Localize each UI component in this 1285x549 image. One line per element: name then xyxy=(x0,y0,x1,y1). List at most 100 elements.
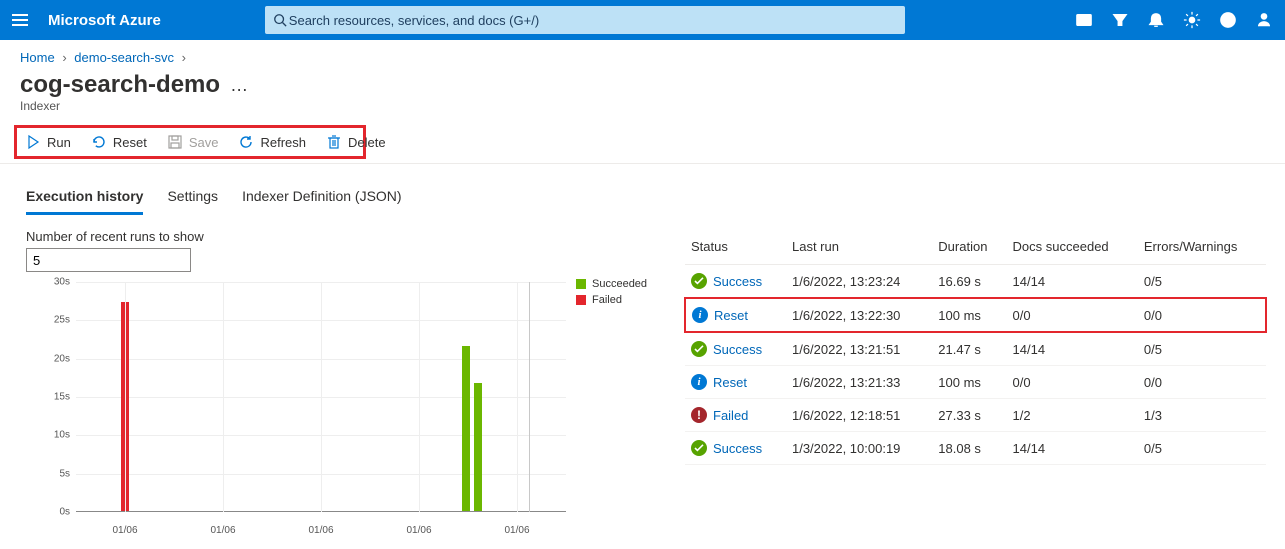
y-tick: 25s xyxy=(26,315,70,326)
help-icon[interactable] xyxy=(1219,11,1237,29)
col-errors[interactable]: Errors/Warnings xyxy=(1138,229,1266,265)
bar-succeeded[interactable] xyxy=(474,383,482,511)
cell-last-run: 1/6/2022, 13:23:24 xyxy=(786,265,932,299)
play-icon xyxy=(25,134,41,150)
cell-duration: 18.08 s xyxy=(932,432,1006,465)
cell-duration: 100 ms xyxy=(932,366,1006,399)
tab-indexer-json[interactable]: Indexer Definition (JSON) xyxy=(242,188,402,215)
x-tick: 01/06 xyxy=(308,525,333,536)
table-row[interactable]: Success 1/6/2022, 13:23:2416.69 s14/140/5 xyxy=(685,265,1266,299)
num-runs-input[interactable] xyxy=(26,248,191,272)
cell-errors: 0/0 xyxy=(1138,298,1266,332)
cell-duration: 16.69 s xyxy=(932,265,1006,299)
refresh-label: Refresh xyxy=(260,135,306,150)
refresh-button[interactable]: Refresh xyxy=(238,134,306,150)
settings-gear-icon[interactable] xyxy=(1183,11,1201,29)
delete-label: Delete xyxy=(348,135,386,150)
success-icon xyxy=(691,273,707,289)
cell-duration: 21.47 s xyxy=(932,332,1006,366)
runs-table-panel: Status Last run Duration Docs succeeded … xyxy=(684,229,1267,536)
table-row[interactable]: iReset1/6/2022, 13:21:33100 ms0/00/0 xyxy=(685,366,1266,399)
cell-docs: 1/2 xyxy=(1007,399,1138,432)
hamburger-menu-icon[interactable] xyxy=(12,14,28,26)
page-heading: cog-search-demo … xyxy=(0,71,1285,99)
more-actions-icon[interactable]: … xyxy=(230,75,250,96)
x-tick: 01/06 xyxy=(406,525,431,536)
trash-icon xyxy=(326,134,342,150)
success-icon xyxy=(691,341,707,357)
tabs: Execution history Settings Indexer Defin… xyxy=(0,164,1285,215)
legend-failed: Failed xyxy=(592,294,622,306)
delete-button[interactable]: Delete xyxy=(326,134,386,150)
x-tick: 01/06 xyxy=(504,525,529,536)
y-tick: 0s xyxy=(26,507,70,518)
cell-errors: 0/5 xyxy=(1138,432,1266,465)
cell-errors: 1/3 xyxy=(1138,399,1266,432)
chevron-right-icon: › xyxy=(58,50,70,65)
reset-label: Reset xyxy=(113,135,147,150)
notifications-icon[interactable] xyxy=(1147,11,1165,29)
table-row[interactable]: ! Failed 1/6/2022, 12:18:5127.33 s1/21/3 xyxy=(685,399,1266,432)
cloud-shell-icon[interactable] xyxy=(1075,11,1093,29)
legend-swatch-fail xyxy=(576,295,586,305)
col-duration[interactable]: Duration xyxy=(932,229,1006,265)
cell-last-run: 1/6/2022, 12:18:51 xyxy=(786,399,932,432)
bar-succeeded[interactable] xyxy=(462,346,470,511)
topbar: Microsoft Azure xyxy=(0,0,1285,40)
cell-last-run: 1/6/2022, 13:22:30 xyxy=(786,298,932,332)
run-label: Run xyxy=(47,135,71,150)
legend-success: Succeeded xyxy=(592,278,647,290)
x-tick: 01/06 xyxy=(112,525,137,536)
error-icon: ! xyxy=(691,407,707,423)
filter-icon[interactable] xyxy=(1111,11,1129,29)
legend-swatch-success xyxy=(576,279,586,289)
global-search[interactable] xyxy=(265,6,905,34)
runs-bar-chart[interactable]: 0s5s10s15s20s25s30s01/0601/0601/0601/060… xyxy=(26,276,566,536)
command-bar: Run Reset Save Refresh Delete xyxy=(14,125,366,159)
status-link[interactable]: Success xyxy=(713,441,762,456)
table-row[interactable]: iReset1/6/2022, 13:22:30100 ms0/00/0 xyxy=(685,298,1266,332)
col-last-run[interactable]: Last run xyxy=(786,229,932,265)
y-tick: 10s xyxy=(26,430,70,441)
tab-settings[interactable]: Settings xyxy=(167,188,218,215)
breadcrumb-svc[interactable]: demo-search-svc xyxy=(74,50,174,65)
save-label: Save xyxy=(189,135,219,150)
run-button[interactable]: Run xyxy=(25,134,71,150)
status-link[interactable]: Success xyxy=(713,342,762,357)
y-tick: 5s xyxy=(26,468,70,479)
status-link[interactable]: Reset xyxy=(714,308,748,323)
tab-execution-history[interactable]: Execution history xyxy=(26,188,143,215)
cell-errors: 0/0 xyxy=(1138,366,1266,399)
reset-icon xyxy=(91,134,107,150)
feedback-icon[interactable] xyxy=(1255,11,1273,29)
page-title: cog-search-demo xyxy=(20,71,220,99)
search-input[interactable] xyxy=(287,12,897,29)
cell-duration: 27.33 s xyxy=(932,399,1006,432)
cell-docs: 0/0 xyxy=(1007,298,1138,332)
reset-button[interactable]: Reset xyxy=(91,134,147,150)
col-docs[interactable]: Docs succeeded xyxy=(1007,229,1138,265)
cell-errors: 0/5 xyxy=(1138,265,1266,299)
cell-docs: 14/14 xyxy=(1007,265,1138,299)
cell-last-run: 1/3/2022, 10:00:19 xyxy=(786,432,932,465)
table-row[interactable]: Success1/6/2022, 13:21:5121.47 s14/140/5 xyxy=(685,332,1266,366)
y-tick: 30s xyxy=(26,277,70,288)
success-icon xyxy=(691,440,707,456)
cell-docs: 14/14 xyxy=(1007,332,1138,366)
table-row[interactable]: Success1/3/2022, 10:00:1918.08 s14/140/5 xyxy=(685,432,1266,465)
col-status[interactable]: Status xyxy=(685,229,786,265)
status-link[interactable]: Success xyxy=(713,274,762,289)
topbar-icons xyxy=(1075,11,1273,29)
info-icon: i xyxy=(692,307,708,323)
breadcrumb-home[interactable]: Home xyxy=(20,50,55,65)
x-tick: 01/06 xyxy=(210,525,235,536)
search-icon xyxy=(273,13,287,27)
status-link[interactable]: Failed xyxy=(713,408,748,423)
y-tick: 15s xyxy=(26,392,70,403)
brand-title: Microsoft Azure xyxy=(48,12,161,29)
status-link[interactable]: Reset xyxy=(713,375,747,390)
breadcrumb: Home › demo-search-svc › xyxy=(0,40,1285,71)
page-subtitle: Indexer xyxy=(0,99,1285,121)
cell-docs: 0/0 xyxy=(1007,366,1138,399)
info-icon: i xyxy=(691,374,707,390)
